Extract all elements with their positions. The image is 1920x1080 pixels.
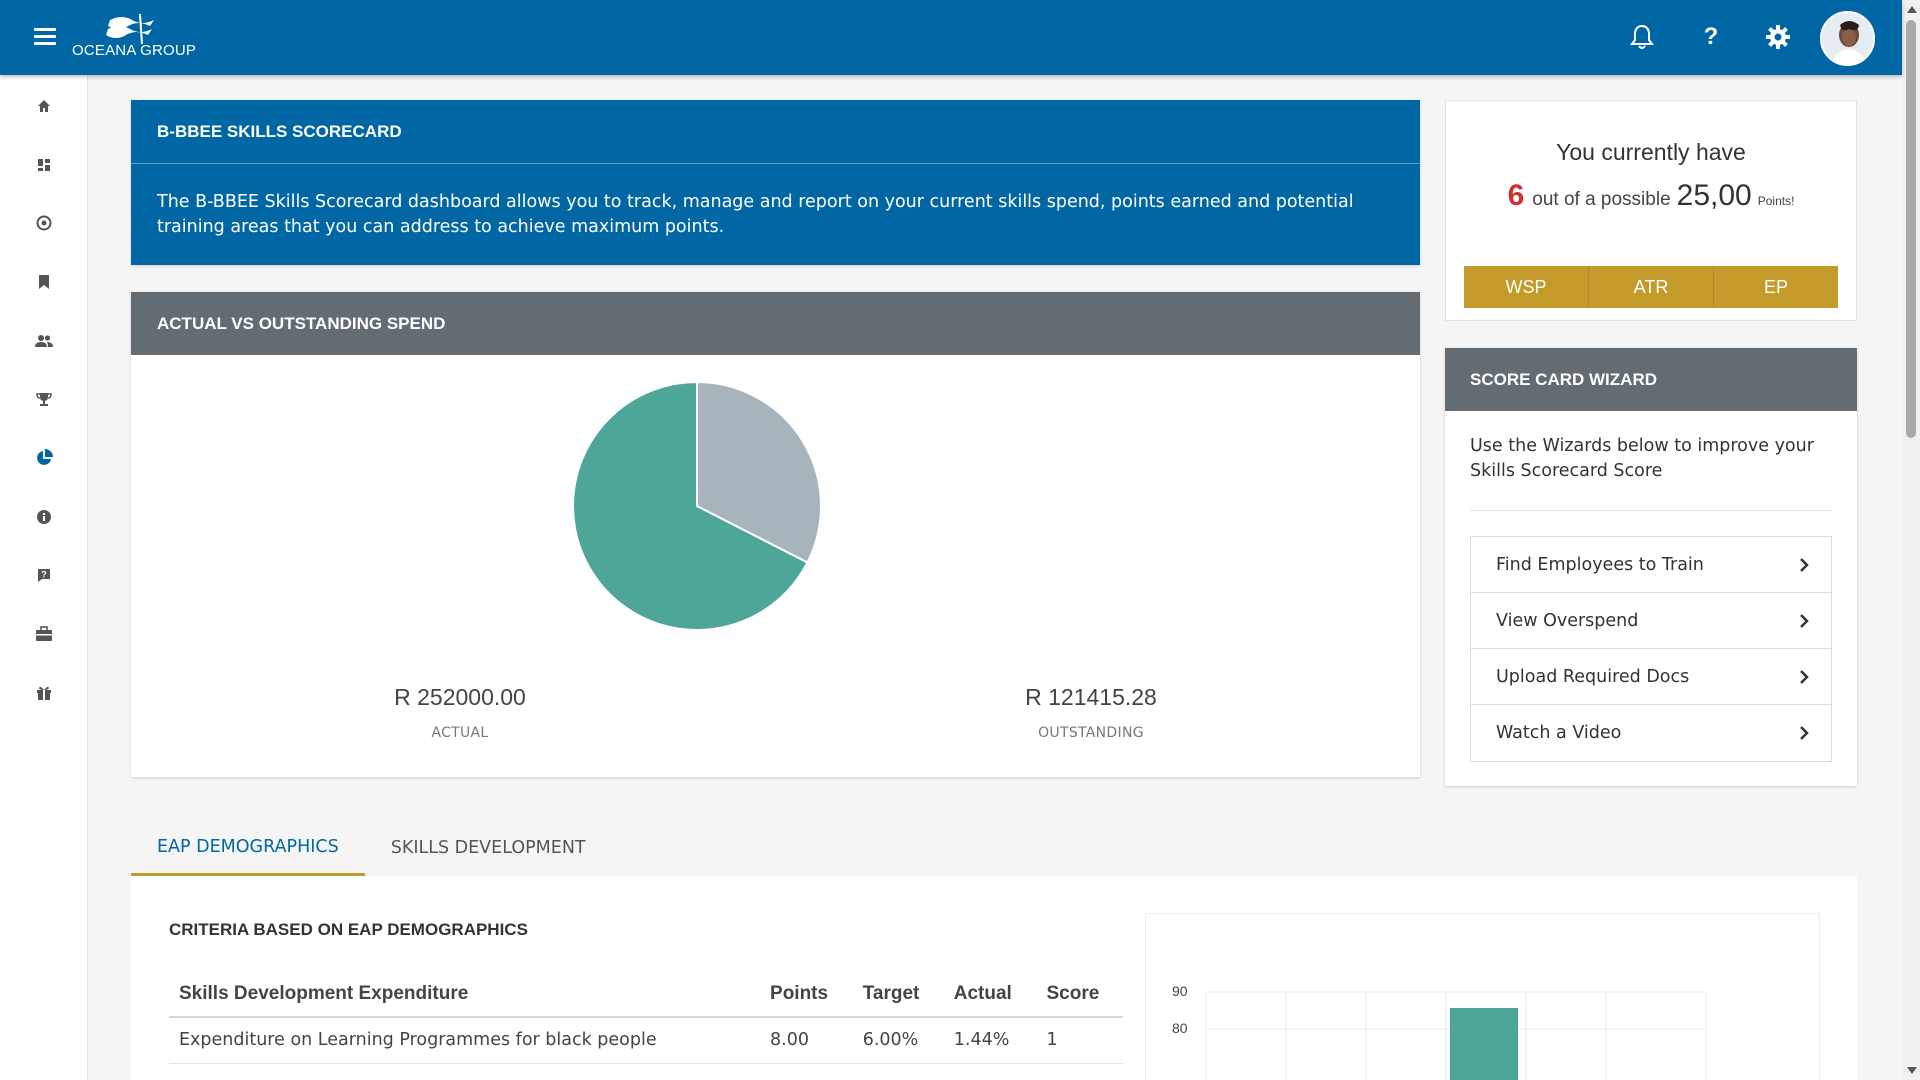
skills-scorecard-intro-panel: B-BBEE SKILLS SCORECARD The B-BBEE Skill… — [131, 100, 1420, 265]
chevron-right-icon — [1800, 669, 1809, 684]
table-cell: 8.00 — [760, 1017, 853, 1064]
dashboard-icon[interactable] — [33, 154, 55, 176]
points-suffix: Points! — [1757, 194, 1795, 208]
eap-demographics-panel: CRITERIA BASED ON EAP DEMOGRAPHICS Skill… — [131, 876, 1857, 1080]
score-card-wizard-panel: SCORE CARD WIZARD Use the Wizards below … — [1445, 348, 1857, 786]
points-summary-card: You currently have 6 out of a possible 25,… — [1445, 100, 1857, 321]
trophy-icon[interactable] — [33, 388, 55, 410]
briefcase-icon[interactable] — [33, 623, 55, 645]
question-icon[interactable]: ? — [1696, 22, 1726, 52]
bar-chart-grid — [1205, 991, 1707, 1080]
criteria-title: CRITERIA BASED ON EAP DEMOGRAPHICS — [169, 920, 528, 939]
section-tabs: EAP DEMOGRAPHICS SKILLS DEVELOPMENT — [131, 820, 612, 876]
svg-text:?: ? — [41, 570, 47, 580]
table-cell: 6.00% — [852, 1017, 944, 1064]
points-line: 6 out of a possible 25,00 Points! — [1446, 179, 1856, 213]
actual-vs-outstanding-panel: ACTUAL VS OUTSTANDING SPEND R 252000.00 … — [131, 292, 1420, 777]
top-app-bar: OCEANA GROUP ? — [0, 0, 1902, 75]
scroll-up-arrow-icon[interactable] — [1907, 6, 1917, 13]
wizard-list: Find Employees to Train View Overspend U… — [1470, 536, 1832, 762]
actual-amount: R 252000.00 — [394, 684, 526, 710]
home-icon[interactable] — [33, 95, 55, 117]
wizard-item-label: View Overspend — [1496, 610, 1639, 631]
points-button-group: WSP ATR EP — [1464, 266, 1838, 308]
column-header: Skills Development Expenditure — [169, 972, 761, 1018]
scroll-down-arrow-icon[interactable] — [1907, 1067, 1917, 1074]
tab-eap-demographics[interactable]: EAP DEMOGRAPHICS — [131, 820, 365, 876]
hamburger-menu-icon[interactable] — [34, 28, 56, 46]
bookmark-icon[interactable] — [33, 271, 55, 293]
points-middle-text: out of a possible — [1532, 189, 1671, 210]
wizard-item-label: Watch a Video — [1496, 723, 1622, 743]
oceana-group-logo[interactable]: OCEANA GROUP — [72, 12, 196, 62]
table-cell: 1.44% — [943, 1017, 1037, 1064]
max-points: 25,00 — [1676, 179, 1752, 212]
table-header-row: Skills Development Expenditure Points Ta… — [169, 972, 1123, 1018]
criteria-table: Skills Development Expenditure Points Ta… — [169, 972, 1123, 1064]
divider — [1470, 510, 1832, 511]
gift-icon[interactable] — [33, 682, 55, 704]
panel-description: The B-BBEE Skills Scorecard dashboard al… — [157, 192, 1354, 237]
wizard-item-label: Upload Required Docs — [1496, 666, 1690, 687]
spend-pie-chart — [572, 380, 822, 631]
tab-skills-development[interactable]: SKILLS DEVELOPMENT — [365, 820, 612, 876]
wizard-item-upload-docs[interactable]: Upload Required Docs — [1471, 649, 1831, 705]
gear-icon[interactable] — [1763, 22, 1793, 52]
pie-chart-icon[interactable] — [33, 447, 55, 469]
table-row: Expenditure on Learning Programmes for b… — [169, 1017, 1123, 1064]
column-header: Target — [852, 972, 944, 1018]
current-points: 6 — [1507, 179, 1525, 212]
actual-label: ACTUAL — [431, 725, 489, 741]
panel-title: ACTUAL VS OUTSTANDING SPEND — [131, 292, 1420, 355]
page-scrollbar[interactable] — [1902, 0, 1920, 1080]
column-header: Actual — [943, 972, 1037, 1018]
chevron-right-icon — [1800, 557, 1809, 572]
wizard-item-label: Find Employees to Train — [1496, 554, 1704, 575]
logo-text: OCEANA GROUP — [72, 42, 197, 59]
panel-title: B-BBEE SKILLS SCORECARD — [131, 100, 1420, 164]
wsp-button[interactable]: WSP — [1464, 266, 1589, 308]
user-avatar[interactable] — [1820, 11, 1875, 66]
people-icon[interactable] — [33, 330, 55, 352]
atr-button[interactable]: ATR — [1589, 266, 1714, 308]
column-header: Points — [760, 972, 853, 1018]
wizard-item-watch-video[interactable]: Watch a Video — [1471, 705, 1831, 761]
table-cell: 1 — [1036, 1017, 1123, 1064]
panel-title: SCORE CARD WIZARD — [1445, 348, 1857, 411]
sidebar-nav: ? — [0, 75, 88, 1080]
wizard-item-find-employees[interactable]: Find Employees to Train — [1471, 537, 1831, 593]
bell-icon[interactable] — [1627, 22, 1657, 52]
demographics-bar-chart: 90 80 — [1145, 913, 1820, 1080]
ep-button[interactable]: EP — [1714, 266, 1838, 308]
help-icon[interactable]: ? — [33, 564, 55, 586]
logo-flag-icon — [106, 13, 154, 45]
chevron-right-icon — [1800, 613, 1809, 628]
wizard-description: Use the Wizards below to improve your Sk… — [1470, 436, 1814, 481]
bar — [1450, 1008, 1518, 1080]
compass-icon[interactable] — [33, 212, 55, 234]
y-tick-label: 90 — [1172, 983, 1188, 999]
outstanding-amount: R 121415.28 — [1025, 684, 1157, 710]
table-cell: Expenditure on Learning Programmes for b… — [169, 1017, 761, 1064]
info-icon[interactable] — [33, 506, 55, 528]
chevron-right-icon — [1800, 726, 1809, 740]
outstanding-label: OUTSTANDING — [1038, 725, 1144, 741]
scroll-thumb[interactable] — [1906, 20, 1916, 438]
points-title: You currently have — [1556, 139, 1746, 165]
wizard-item-view-overspend[interactable]: View Overspend — [1471, 593, 1831, 649]
column-header: Score — [1036, 972, 1123, 1018]
y-tick-label: 80 — [1172, 1020, 1188, 1036]
